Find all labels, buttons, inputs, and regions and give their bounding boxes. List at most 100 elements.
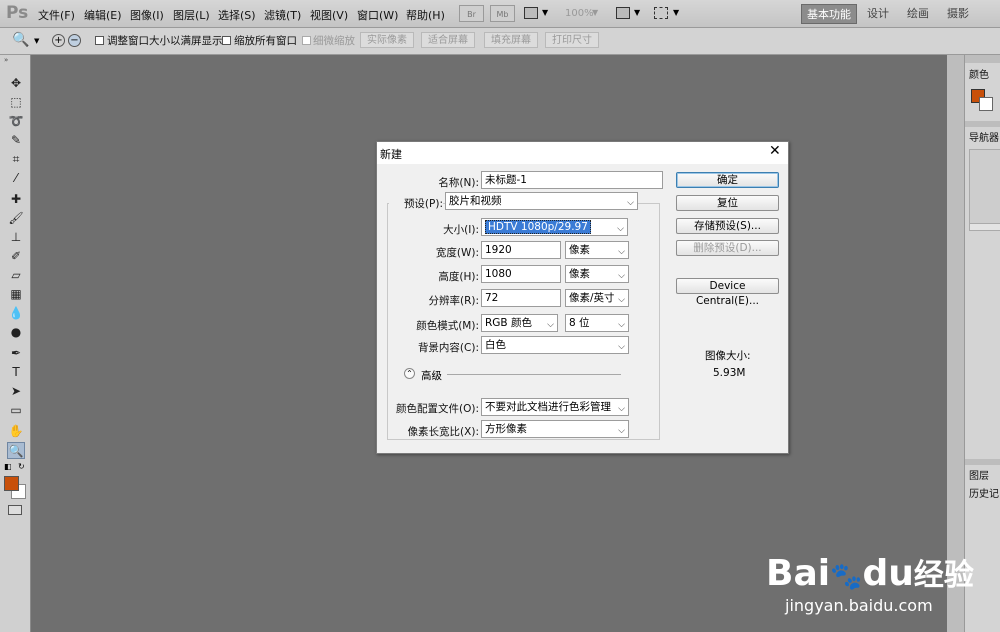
- dodge-tool-icon[interactable]: ●: [7, 324, 25, 341]
- navigator-panel-tab[interactable]: 导航器: [969, 129, 999, 144]
- reset-button[interactable]: 复位: [676, 195, 779, 211]
- resolution-input[interactable]: 72: [481, 289, 561, 307]
- arrange-documents-icon[interactable]: [616, 7, 630, 19]
- gradient-tool-icon[interactable]: ▦: [7, 286, 25, 303]
- resolution-unit-value: 像素/英寸: [569, 292, 615, 304]
- history-brush-tool-icon[interactable]: ✐: [7, 248, 25, 265]
- path-selection-tool-icon[interactable]: ➤: [7, 383, 25, 400]
- move-tool-icon[interactable]: ✥: [7, 75, 25, 92]
- screen-mode-icon[interactable]: [654, 7, 668, 19]
- background-contents-label: 背景内容(C):: [417, 342, 479, 354]
- width-unit-select[interactable]: 像素 ⌵: [565, 241, 629, 259]
- color-profile-select[interactable]: 不要对此文档进行色彩管理 ⌵: [481, 398, 629, 416]
- panel-divider: [965, 121, 1000, 127]
- color-mode-select[interactable]: RGB 颜色 ⌵: [481, 314, 558, 332]
- resolution-unit-select[interactable]: 像素/英寸 ⌵: [565, 289, 629, 307]
- watermark-brand-du: du: [862, 553, 914, 594]
- height-unit-select[interactable]: 像素 ⌵: [565, 265, 629, 283]
- device-central-button[interactable]: Device Central(E)...: [676, 278, 779, 307]
- delete-preset-button[interactable]: 删除预设(D)...: [676, 240, 779, 256]
- close-icon[interactable]: ✕: [769, 143, 781, 159]
- workspace-photography[interactable]: 摄影: [942, 4, 974, 24]
- preset-select[interactable]: 胶片和视频 ⌵: [445, 192, 638, 210]
- panel-divider: [965, 459, 1000, 465]
- background-contents-select[interactable]: 白色 ⌵: [481, 336, 629, 354]
- menu-select[interactable]: 选择(S): [218, 7, 256, 23]
- print-size-button[interactable]: 打印尺寸: [545, 32, 599, 48]
- lasso-tool-icon[interactable]: ➰: [7, 113, 25, 130]
- panel-scroll-strip: [947, 55, 964, 632]
- healing-brush-tool-icon[interactable]: ✚: [7, 191, 25, 208]
- scrubby-zoom-checkbox[interactable]: [302, 36, 311, 45]
- color-panel-tab[interactable]: 颜色: [969, 66, 989, 81]
- panel-background-swatch[interactable]: [979, 97, 993, 111]
- size-select[interactable]: HDTV 1080p/29.97 ⌵: [481, 218, 628, 236]
- bit-depth-value: 8 位: [569, 317, 590, 329]
- pen-tool-icon[interactable]: ✒: [7, 345, 25, 362]
- menu-view[interactable]: 视图(V): [310, 7, 348, 23]
- quick-mask-icon[interactable]: [8, 505, 22, 515]
- brush-tool-icon[interactable]: 🖌: [7, 210, 25, 227]
- shape-tool-icon[interactable]: ▭: [7, 402, 25, 419]
- zoom-out-icon[interactable]: −: [68, 34, 81, 47]
- bit-depth-select[interactable]: 8 位 ⌵: [565, 314, 629, 332]
- height-unit-value: 像素: [569, 268, 590, 280]
- chevron-down-icon: ⌵: [618, 320, 625, 330]
- layers-panel-tab[interactable]: 图层: [969, 467, 989, 482]
- actual-pixels-button[interactable]: 实际像素: [360, 32, 414, 48]
- zoom-tool-icon[interactable]: 🔍: [7, 442, 25, 459]
- resize-windows-label: 调整窗口大小以满屏显示: [107, 35, 223, 47]
- zoom-level[interactable]: 100%: [565, 8, 594, 19]
- menu-window[interactable]: 窗口(W): [357, 7, 398, 23]
- bridge-button[interactable]: Br: [459, 5, 484, 22]
- workspace-painting[interactable]: 绘画: [902, 4, 934, 24]
- menu-file[interactable]: 文件(F): [38, 7, 75, 23]
- workspace-basic[interactable]: 基本功能: [801, 4, 857, 24]
- eyedropper-tool-icon[interactable]: ⁄: [7, 170, 25, 187]
- navigator-zoom-slider[interactable]: [969, 223, 1000, 231]
- zoom-tool-icon[interactable]: 🔍: [12, 32, 29, 48]
- history-panel-tab[interactable]: 历史记: [969, 485, 999, 500]
- panel-header: [965, 55, 1000, 63]
- fit-screen-button[interactable]: 适合屏幕: [421, 32, 475, 48]
- dialog-titlebar: 新建 ✕: [377, 142, 788, 164]
- clone-stamp-tool-icon[interactable]: ⊥: [7, 229, 25, 246]
- resize-windows-checkbox[interactable]: [95, 36, 104, 45]
- quick-selection-tool-icon[interactable]: ✎: [7, 132, 25, 149]
- height-input[interactable]: 1080: [481, 265, 561, 283]
- marquee-tool-icon[interactable]: ⬚: [7, 94, 25, 111]
- width-input[interactable]: 1920: [481, 241, 561, 259]
- fill-screen-button[interactable]: 填充屏幕: [484, 32, 538, 48]
- menu-image[interactable]: 图像(I): [130, 7, 164, 23]
- chevron-down-icon[interactable]: ▼: [34, 37, 39, 45]
- default-colors-icon[interactable]: ◧: [4, 462, 12, 471]
- view-extras-icon[interactable]: [524, 7, 538, 19]
- hand-tool-icon[interactable]: ✋: [7, 423, 25, 440]
- chevron-down-icon: ⌵: [618, 426, 625, 436]
- foreground-color-swatch[interactable]: [4, 476, 19, 491]
- type-tool-icon[interactable]: T: [7, 364, 25, 381]
- pixel-aspect-select[interactable]: 方形像素 ⌵: [481, 420, 629, 438]
- name-input[interactable]: 未标题-1: [481, 171, 663, 189]
- menu-edit[interactable]: 编辑(E): [84, 7, 122, 23]
- width-unit-value: 像素: [569, 244, 590, 256]
- zoom-all-windows-checkbox[interactable]: [222, 36, 231, 45]
- zoom-in-icon[interactable]: +: [52, 34, 65, 47]
- eraser-tool-icon[interactable]: ▱: [7, 267, 25, 284]
- blur-tool-icon[interactable]: 💧: [7, 305, 25, 322]
- crop-tool-icon[interactable]: ⌗: [7, 151, 25, 168]
- menu-filter[interactable]: 滤镜(T): [264, 7, 301, 23]
- advanced-toggle-icon[interactable]: ⌃: [404, 368, 415, 379]
- mini-bridge-button[interactable]: Mb: [490, 5, 515, 22]
- menu-layer[interactable]: 图层(L): [173, 7, 210, 23]
- swap-colors-icon[interactable]: ↻: [18, 462, 25, 471]
- new-document-dialog: 新建 ✕ 名称(N): 未标题-1 预设(P): 胶片和视频 ⌵ 大小(I): H…: [376, 141, 789, 454]
- menu-help[interactable]: 帮助(H): [406, 7, 445, 23]
- workspace-design[interactable]: 设计: [862, 4, 894, 24]
- chevron-down-icon: ⌵: [618, 247, 625, 257]
- color-profile-value: 不要对此文档进行色彩管理: [485, 401, 611, 413]
- navigator-preview: [969, 149, 1000, 229]
- save-preset-button[interactable]: 存储预设(S)...: [676, 218, 779, 234]
- collapse-icon[interactable]: »: [4, 56, 8, 64]
- ok-button[interactable]: 确定: [676, 172, 779, 188]
